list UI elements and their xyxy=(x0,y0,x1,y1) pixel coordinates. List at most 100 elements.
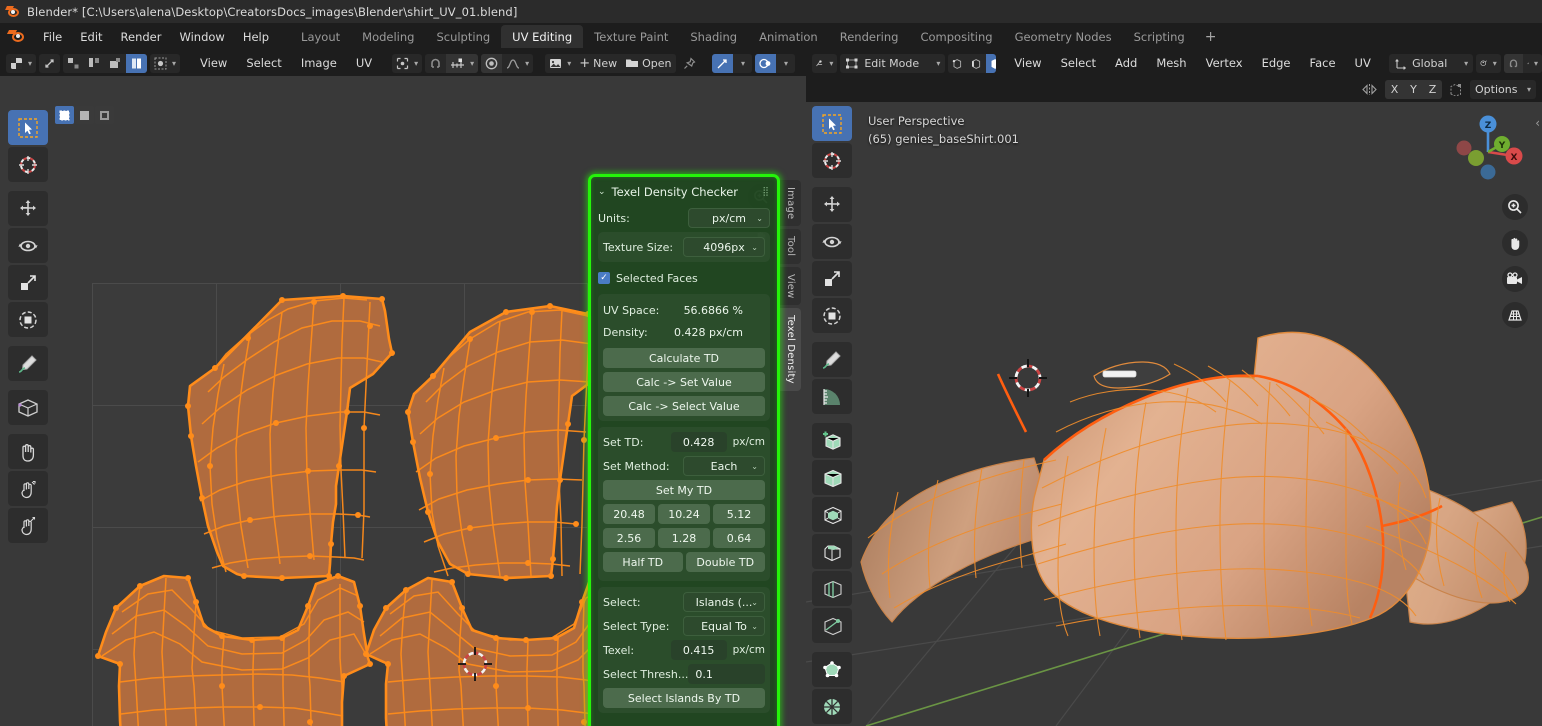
v3d-pivot-button[interactable]: ▾ xyxy=(1476,53,1501,73)
v3d-menu-edge[interactable]: Edge xyxy=(1254,53,1299,73)
v3d-menu-uv[interactable]: UV xyxy=(1347,53,1379,73)
uv-menu-image[interactable]: Image xyxy=(293,53,345,73)
v3d-tool-knife[interactable] xyxy=(812,608,852,643)
uv-select-face-button[interactable] xyxy=(105,53,127,73)
uv-proportional-edit-button[interactable] xyxy=(481,53,503,73)
uv-island-torso-front[interactable] xyxy=(95,573,373,726)
uv-falloff-button[interactable]: ▾ xyxy=(502,53,534,73)
sidebar-tab-view[interactable]: View xyxy=(780,266,801,306)
preset-64-button[interactable]: 0.64 xyxy=(713,528,765,548)
v3d-tool-poly-build[interactable] xyxy=(812,652,852,687)
mirror-y-button[interactable]: Y xyxy=(1404,79,1423,99)
select-threshold-input[interactable]: 0.1 xyxy=(688,664,765,684)
menu-edit[interactable]: Edit xyxy=(71,27,111,47)
tool-pinch[interactable] xyxy=(8,508,48,543)
menu-window[interactable]: Window xyxy=(170,27,233,47)
mirror-options-button[interactable] xyxy=(1357,80,1382,99)
set-my-td-button[interactable]: Set My TD xyxy=(603,480,765,500)
viewport-camera-button[interactable] xyxy=(1502,266,1528,292)
menu-file[interactable]: File xyxy=(34,27,71,47)
preset-512-button[interactable]: 5.12 xyxy=(713,504,765,524)
open-image-button[interactable]: Open xyxy=(621,53,676,73)
workspace-tab-texture-paint[interactable]: Texture Paint xyxy=(583,25,679,48)
workspace-tab-rendering[interactable]: Rendering xyxy=(829,25,910,48)
v3d-tool-annotate[interactable] xyxy=(812,342,852,377)
texel-input[interactable]: 0.415 xyxy=(670,640,727,660)
uv-islands[interactable] xyxy=(92,276,592,726)
workspace-tab-modeling[interactable]: Modeling xyxy=(351,25,425,48)
panel-header[interactable]: ⌄ Texel Density Checker ⣿ xyxy=(598,182,770,202)
v3d-tool-bevel[interactable] xyxy=(812,534,852,569)
calculate-td-button[interactable]: Calculate TD xyxy=(603,348,765,368)
v3d-menu-face[interactable]: Face xyxy=(1302,53,1344,73)
tool-tweak[interactable] xyxy=(8,110,48,145)
uv-sticky-selection-button[interactable]: ▾ xyxy=(150,53,181,73)
uv-sync-selection-button[interactable] xyxy=(39,53,61,73)
workspace-tab-compositing[interactable]: Compositing xyxy=(909,25,1003,48)
sidebar-tab-tool[interactable]: Tool xyxy=(780,229,801,264)
add-workspace-button[interactable]: + xyxy=(1196,26,1226,48)
uv-select-edge-button[interactable] xyxy=(84,53,106,73)
sidebar-collapse-arrow-icon[interactable]: ‹ xyxy=(1535,116,1540,130)
tool-scale[interactable] xyxy=(8,265,48,300)
select-mode-vertex-button[interactable] xyxy=(948,53,968,73)
uv-menu-select[interactable]: Select xyxy=(238,53,289,73)
v3d-tool-tweak[interactable] xyxy=(812,106,852,141)
uv-select-island-button[interactable] xyxy=(126,53,148,73)
workspace-tab-scripting[interactable]: Scripting xyxy=(1123,25,1196,48)
select-set-button[interactable] xyxy=(55,106,74,124)
transform-orientation-select[interactable]: Global ▾ xyxy=(1389,53,1474,73)
viewport-pan-button[interactable] xyxy=(1502,230,1528,256)
uv-select-vertex-button[interactable] xyxy=(63,53,85,73)
select-mode-edge-button[interactable] xyxy=(967,53,987,73)
v3d-menu-vertex[interactable]: Vertex xyxy=(1198,53,1251,73)
v3d-tool-rotate[interactable] xyxy=(812,224,852,259)
uv-canvas[interactable]: Image Tool View Texel Density ⌄ Texel De… xyxy=(0,76,806,726)
new-image-button[interactable]: + New xyxy=(575,53,622,73)
sidebar-tab-image[interactable]: Image xyxy=(780,180,801,227)
workspace-tab-layout[interactable]: Layout xyxy=(290,25,351,48)
shirt-mesh-3d[interactable] xyxy=(806,102,1542,726)
mirror-x-button[interactable]: X xyxy=(1385,79,1404,99)
workspace-tab-uv-editing[interactable]: UV Editing xyxy=(501,25,584,48)
uv-island-sleeve-left[interactable] xyxy=(185,293,395,581)
v3d-tool-scale[interactable] xyxy=(812,261,852,296)
v3d-tool-move[interactable] xyxy=(812,187,852,222)
tool-grab[interactable] xyxy=(8,434,48,469)
preset-2048-button[interactable]: 20.48 xyxy=(603,504,655,524)
preset-1024-button[interactable]: 10.24 xyxy=(658,504,710,524)
tool-rip-region[interactable] xyxy=(8,390,48,425)
uv-gizmo-dropdown[interactable]: ▾ xyxy=(732,53,752,73)
workspace-tab-animation[interactable]: Animation xyxy=(748,25,829,48)
select-mode-select[interactable]: Islands (... ⌄ xyxy=(683,592,765,612)
uv-snap-target-button[interactable]: ▾ xyxy=(446,53,479,73)
v3d-tool-extrude[interactable] xyxy=(812,460,852,495)
navigation-gizmo[interactable]: Z Y X xyxy=(1446,110,1530,194)
v3d-tool-transform[interactable] xyxy=(812,298,852,333)
v3d-tool-loop-cut[interactable] xyxy=(812,571,852,606)
uv-island-torso-back[interactable] xyxy=(363,573,592,726)
options-button[interactable]: Options ▾ xyxy=(1470,79,1536,99)
workspace-tab-shading[interactable]: Shading xyxy=(679,25,748,48)
select-type-select[interactable]: Equal To ⌄ xyxy=(683,616,765,636)
blender-menu-logo-icon[interactable] xyxy=(6,29,26,45)
v3d-menu-add[interactable]: Add xyxy=(1107,53,1145,73)
v3d-tool-measure[interactable] xyxy=(812,379,852,414)
tool-cursor[interactable] xyxy=(8,147,48,182)
tool-transform[interactable] xyxy=(8,302,48,337)
selected-faces-checkbox[interactable]: ✓ Selected Faces xyxy=(598,268,770,288)
editor-type-button[interactable]: ▾ xyxy=(6,53,37,73)
image-browse-button[interactable]: ▾ xyxy=(545,53,576,73)
viewport-zoom-button[interactable] xyxy=(1502,194,1528,220)
v3d-snap-magnet-button[interactable] xyxy=(1503,53,1523,73)
set-method-select[interactable]: Each ⌄ xyxy=(683,456,765,476)
uv-snap-magnet-button[interactable] xyxy=(425,53,447,73)
uv-pivot-point-button[interactable]: ▾ xyxy=(392,53,423,73)
topology-mirror-button[interactable] xyxy=(1445,80,1467,99)
preset-256-button[interactable]: 2.56 xyxy=(603,528,655,548)
uv-show-gizmo-button[interactable] xyxy=(711,53,733,73)
workspace-tab-sculpting[interactable]: Sculpting xyxy=(425,25,501,48)
menu-help[interactable]: Help xyxy=(234,27,278,47)
uv-overlay-dropdown[interactable]: ▾ xyxy=(775,53,795,73)
v3d-menu-select[interactable]: Select xyxy=(1053,53,1104,73)
